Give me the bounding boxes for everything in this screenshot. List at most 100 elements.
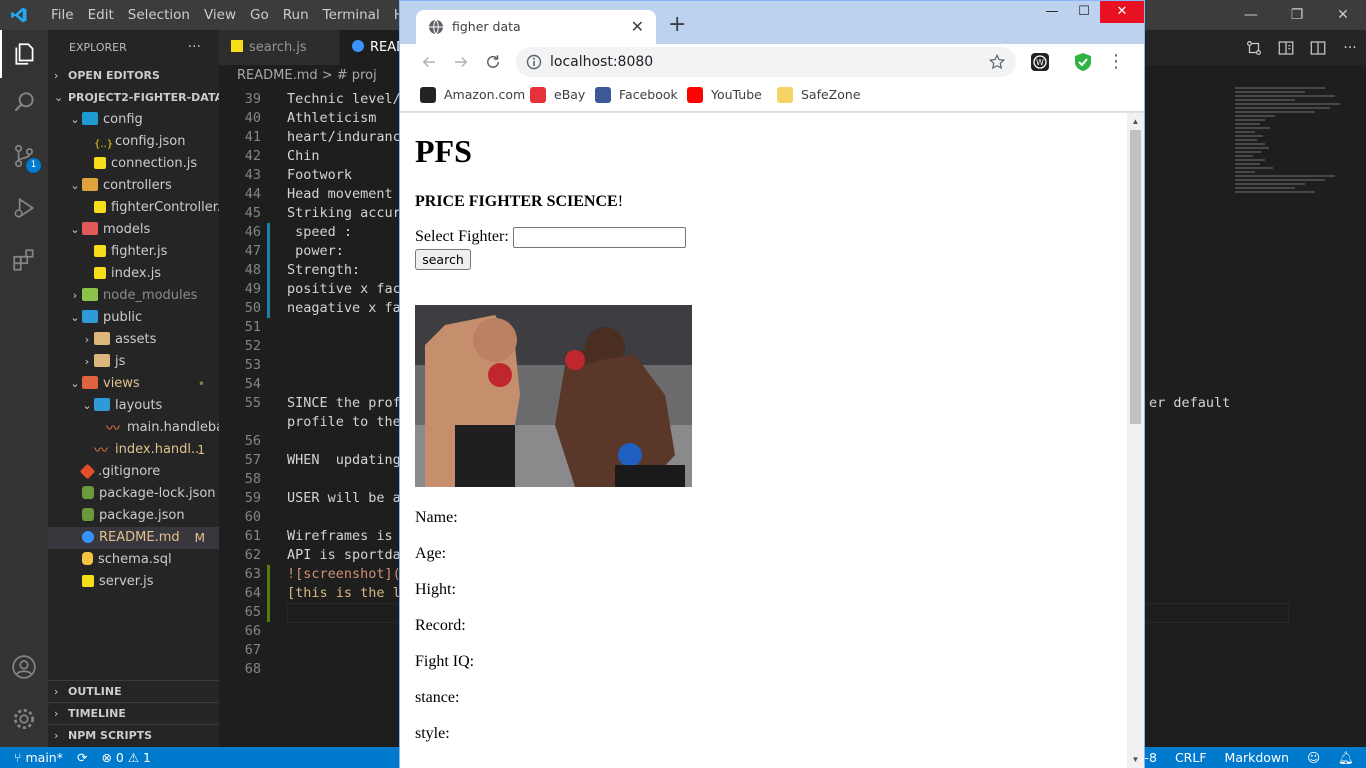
menu-edit[interactable]: Edit [81,0,121,30]
feedback-icon[interactable]: ☺ [1307,747,1320,768]
reload-button[interactable] [481,50,505,74]
split-editor-action[interactable] [1302,30,1334,65]
scrollbar-thumb[interactable] [1130,130,1141,424]
browser-tab[interactable]: figher data ✕ [416,10,656,44]
tree-item[interactable]: connection.js [48,153,219,175]
breadcrumb[interactable]: README.md > # proj [219,65,377,87]
tree-item[interactable]: › node_modules [48,285,219,307]
close-button[interactable]: ✕ [1320,0,1366,30]
bookmark-youtube[interactable]: YouTube [687,80,762,110]
chevron-down-icon: ⌄ [70,179,80,192]
tree-item[interactable]: {..} config.json [48,131,219,153]
bookmark-ebay[interactable]: eBay [530,80,585,110]
tab-search-js[interactable]: search.js [219,30,339,65]
eol-status[interactable]: CRLF [1175,747,1207,768]
menu-file[interactable]: File [44,0,81,30]
tree-item[interactable]: .gitignore [48,461,219,483]
npm-icon [82,508,94,521]
menu-selection[interactable]: Selection [121,0,197,30]
tree-item[interactable]: ⌄ models [48,219,219,241]
git-gutter-mark [267,242,270,261]
bookmark-safezone[interactable]: SafeZone [777,80,861,110]
tree-item[interactable]: ⌄ controllers [48,175,219,197]
timeline-section[interactable]: › TIMELINE [48,702,219,724]
manage-activity[interactable] [0,695,48,743]
svg-text:W: W [1036,58,1044,67]
star-icon[interactable] [988,53,1006,71]
tree-item[interactable]: README.md M [48,527,219,549]
menu-view[interactable]: View [197,0,243,30]
search-button[interactable]: search [415,249,471,270]
tree-item[interactable]: ⌄ config [48,109,219,131]
explorer-title: EXPLORER [69,41,127,54]
forward-button[interactable] [449,50,473,74]
back-button[interactable] [417,50,441,74]
new-tab-button[interactable]: + [668,12,686,37]
tree-item[interactable]: 〰 main.handlebars [48,417,219,439]
problems-status[interactable]: ⊗ 0 ⚠ 1 [101,747,151,768]
source-control-activity[interactable]: 1 [0,132,48,180]
tree-item[interactable]: ⌄ layouts [48,395,219,417]
browser-close-button[interactable]: ✕ [1100,1,1144,23]
browser-minimize-button[interactable]: — [1036,1,1068,23]
tree-item[interactable]: fighter.js [48,241,219,263]
accounts-activity[interactable] [0,643,48,691]
select-fighter-input[interactable] [513,227,686,248]
explorer-activity[interactable] [0,30,48,78]
code-text: Head movement [287,186,393,202]
browser-maximize-button[interactable]: ☐ [1068,1,1100,23]
minimize-button[interactable]: — [1228,0,1274,30]
npm-scripts-section[interactable]: › NPM SCRIPTS [48,724,219,746]
branch-status[interactable]: ⑂ main* [14,747,63,768]
browser-menu-icon[interactable]: ⋮ [1106,52,1126,72]
restore-button[interactable]: ❐ [1274,0,1320,30]
tree-item[interactable]: ⌄ views • [48,373,219,395]
outline-section[interactable]: › OUTLINE [48,680,219,702]
preview-action[interactable] [1270,30,1302,65]
json-icon: {..} [94,139,114,150]
tree-item[interactable]: server.js [48,571,219,593]
compare-action[interactable] [1238,30,1270,65]
shield-check-icon[interactable] [1073,52,1093,72]
tree-item-label: controllers [103,178,172,193]
bookmark-amazon-com[interactable]: Amazon.com [420,80,525,110]
extensions-activity[interactable] [0,236,48,284]
sync-icon[interactable]: ⟳ [77,747,87,768]
search-activity[interactable] [0,78,48,126]
tree-item-label: public [103,310,143,325]
tree-item[interactable]: schema.sql [48,549,219,571]
menu-go[interactable]: Go [243,0,276,30]
activity-bar: 1 [0,30,48,747]
tree-item[interactable]: › js [48,351,219,373]
run-debug-activity[interactable] [0,184,48,232]
project-section[interactable]: ⌄ PROJECT2-FIGHTER-DATA [48,87,219,109]
menu-terminal[interactable]: Terminal [316,0,387,30]
tab-label: search.js [249,40,307,55]
page-scrollbar[interactable]: ▲ ▼ [1127,113,1144,768]
tree-item[interactable]: package.json [48,505,219,527]
close-tab-icon[interactable]: ✕ [631,10,644,44]
scroll-down-icon[interactable]: ▼ [1127,751,1144,768]
bookmark-facebook[interactable]: Facebook [595,80,678,110]
language-status[interactable]: Markdown [1225,747,1290,768]
bell-icon[interactable]: 🔔︎ [1338,747,1354,768]
line-number: 46 [244,224,261,240]
info-icon[interactable] [526,54,542,70]
scroll-up-icon[interactable]: ▲ [1127,113,1144,130]
tree-item[interactable]: fighterController... [48,197,219,219]
open-editors-section[interactable]: › OPEN EDITORS [48,65,219,87]
tree-item[interactable]: ⌄ public [48,307,219,329]
menu-run[interactable]: Run [276,0,316,30]
extension-w-icon[interactable]: W [1030,52,1050,72]
address-bar[interactable]: localhost:8080 [516,47,1016,77]
more-editor-actions[interactable]: ··· [1334,30,1366,65]
hbs-icon: 〰 [94,443,108,459]
line-number: 40 [244,110,261,126]
minimap[interactable] [1235,87,1345,267]
more-actions-icon[interactable]: ··· [188,30,201,65]
git-status-badge: M [194,531,205,545]
tree-item[interactable]: index.js [48,263,219,285]
tree-item[interactable]: package-lock.json [48,483,219,505]
tree-item[interactable]: 〰 index.handl... 1 [48,439,219,461]
tree-item[interactable]: › assets [48,329,219,351]
